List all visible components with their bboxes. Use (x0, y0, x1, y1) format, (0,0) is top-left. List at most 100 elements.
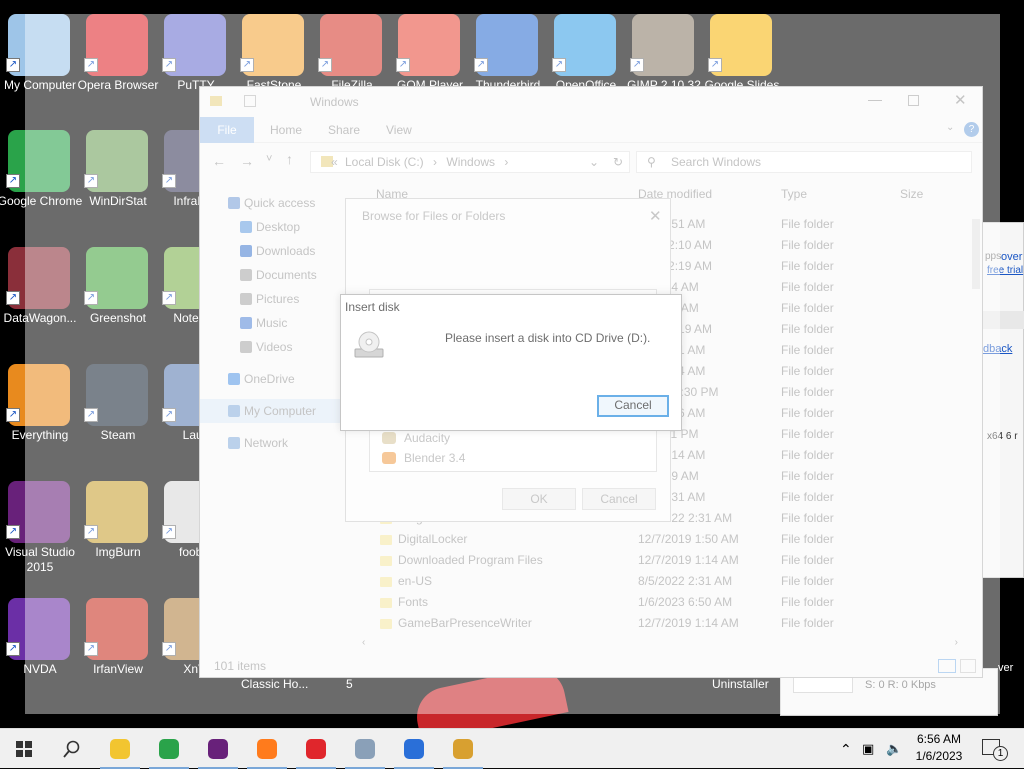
desktop-icon[interactable]: ↗ DataWagon... (0, 241, 80, 349)
tree-item[interactable]: Audacity (382, 428, 450, 448)
nav-item[interactable]: Network (200, 431, 360, 455)
search-icon (63, 740, 80, 758)
browse-close-button[interactable]: ✕ (649, 207, 662, 225)
taskbar: ⌃ ▣ 🔈 6:56 AM 1/6/2023 1 (0, 728, 1024, 769)
desktop-icon[interactable]: ↗ Steam (78, 358, 158, 466)
insert-dialog-body: Please insert a disk into CD Drive (D:).… (341, 321, 681, 430)
address-dropdown-icon[interactable]: ⌄ (589, 152, 599, 172)
tab-view[interactable]: View (386, 117, 412, 143)
file-type: File folder (781, 385, 834, 399)
maximize-button[interactable] (908, 95, 919, 106)
network-icon[interactable]: ▣ (862, 729, 874, 769)
clock[interactable]: 6:56 AM 1/6/2023 (904, 731, 974, 765)
taskbar-app[interactable] (96, 729, 144, 769)
ok-button[interactable]: OK (502, 488, 576, 510)
scroll-left-icon[interactable]: ‹ (362, 637, 365, 648)
nav-item-label: Quick access (244, 196, 316, 210)
desktop-icon[interactable]: ↗ Visual Studio 2015 (0, 475, 80, 583)
nav-item[interactable]: Downloads (200, 239, 360, 263)
breadcrumb-local-disk[interactable]: Local Disk (C:) (345, 155, 424, 169)
desktop-icon[interactable]: ↗ ImgBurn (78, 475, 158, 583)
taskbar-app[interactable] (243, 729, 291, 769)
taskbar-app[interactable] (390, 729, 438, 769)
table-row[interactable]: en-US 8/5/2022 2:31 AM File folder (376, 572, 966, 593)
nav-item[interactable]: OneDrive (200, 367, 360, 391)
action-center-icon[interactable]: 1 (982, 739, 1008, 761)
search-button[interactable] (48, 729, 96, 769)
nav-item[interactable]: Quick access (200, 191, 360, 215)
taskbar-app[interactable] (439, 729, 487, 769)
desktop-icon[interactable]: ↗ Google Chrome (0, 124, 82, 232)
vertical-scrollbar[interactable] (970, 189, 982, 649)
desktop-icon[interactable]: ↗ Opera Browser (78, 8, 158, 116)
recent-dropdown[interactable]: ˅ (266, 153, 272, 165)
desktop-icon[interactable]: ↗ IrfanView (78, 592, 158, 700)
tab-home[interactable]: Home (270, 117, 302, 143)
scroll-right-icon[interactable]: › (955, 637, 958, 648)
large-icons-view-icon[interactable] (960, 659, 976, 673)
folder-icon (380, 598, 392, 608)
address-bar[interactable]: « Local Disk (C:) › Windows › ⌄ ↻ (310, 151, 630, 173)
table-row[interactable]: Downloaded Program Files 12/7/2019 1:14 A… (376, 551, 966, 572)
details-view-icon[interactable] (938, 659, 956, 673)
shortcut-arrow-icon: ↗ (162, 58, 176, 72)
nav-item[interactable]: Documents (200, 263, 360, 287)
table-row[interactable]: Fonts 1/6/2023 6:50 AM File folder (376, 593, 966, 614)
forward-button[interactable]: → (240, 153, 254, 169)
breadcrumb-windows[interactable]: Windows (446, 155, 495, 169)
column-type[interactable]: Type (781, 187, 807, 201)
browse-cancel-button[interactable]: Cancel (582, 488, 656, 510)
breadcrumb-overflow[interactable]: « (331, 152, 338, 172)
nav-item[interactable]: Desktop (200, 215, 360, 239)
desktop-icon-label: Steam (100, 428, 136, 442)
properties-icon[interactable] (244, 95, 256, 107)
taskbar-app[interactable] (194, 729, 242, 769)
start-button[interactable] (0, 729, 48, 769)
nav-item-icon (228, 373, 240, 385)
tab-share[interactable]: Share (328, 117, 360, 143)
search-input[interactable]: ⚲ Search Windows (636, 151, 972, 173)
desktop-icon[interactable]: ↗ NVDA (0, 592, 80, 700)
table-row[interactable]: GameBarPresenceWriter 12/7/2019 1:14 AM Fi… (376, 614, 966, 635)
column-size[interactable]: Size (900, 187, 923, 201)
tree-item[interactable]: Blender 3.4 (382, 448, 465, 468)
back-button[interactable]: ← (212, 153, 226, 169)
tab-file[interactable]: File (200, 117, 254, 143)
file-type: File folder (781, 217, 834, 231)
desktop-icon-label: ImgBurn (95, 545, 141, 559)
close-button[interactable]: ✕ (954, 91, 967, 109)
search-placeholder: Search Windows (671, 155, 762, 169)
nav-item-label: Desktop (256, 220, 301, 234)
help-icon[interactable]: ? (964, 122, 979, 137)
background-window: pps over free trial dback x64 6 r (980, 222, 1024, 578)
insert-disk-dialog[interactable]: Insert disk Please insert a disk into CD… (340, 294, 682, 431)
explorer-titlebar[interactable]: Windows — ✕ (200, 87, 982, 117)
taskbar-app[interactable] (145, 729, 193, 769)
horizontal-scrollbar[interactable]: ‹ › (360, 637, 966, 653)
shortcut-arrow-icon: ↗ (6, 408, 20, 422)
taskbar-app[interactable] (341, 729, 389, 769)
breadcrumb-separator[interactable]: › (504, 155, 508, 169)
desktop-icon[interactable]: ↗ Everything (0, 358, 80, 466)
taskbar-app[interactable] (292, 729, 340, 769)
volume-icon[interactable]: 🔈 (886, 729, 902, 769)
refresh-icon[interactable]: ↻ (613, 152, 623, 172)
chrome-icon (159, 739, 179, 759)
nav-item[interactable]: My Computer (200, 399, 360, 423)
table-row[interactable]: DigitalLocker 12/7/2019 1:50 AM File folde… (376, 530, 966, 551)
up-button[interactable]: ↑ (286, 151, 293, 167)
nav-item-icon (228, 197, 240, 209)
cancel-button[interactable]: Cancel (597, 395, 669, 417)
desktop-icon[interactable]: ↗ My Computer (0, 8, 80, 116)
nav-item[interactable]: Pictures (200, 287, 360, 311)
desktop-icon[interactable]: ↗ Greenshot (78, 241, 158, 349)
nav-item[interactable]: Music (200, 311, 360, 335)
desktop-icon[interactable]: ↗ WinDirStat (78, 124, 158, 232)
show-hidden-icons-button[interactable]: ⌃ (840, 729, 852, 769)
nav-item[interactable]: Videos (200, 335, 360, 359)
minimize-button[interactable]: — (868, 91, 882, 107)
ribbon-expand-icon[interactable]: ⌄ (946, 122, 954, 133)
breadcrumb-separator[interactable]: › (433, 155, 437, 169)
scroll-thumb[interactable] (972, 219, 980, 289)
file-name: GameBarPresenceWriter (398, 616, 532, 630)
